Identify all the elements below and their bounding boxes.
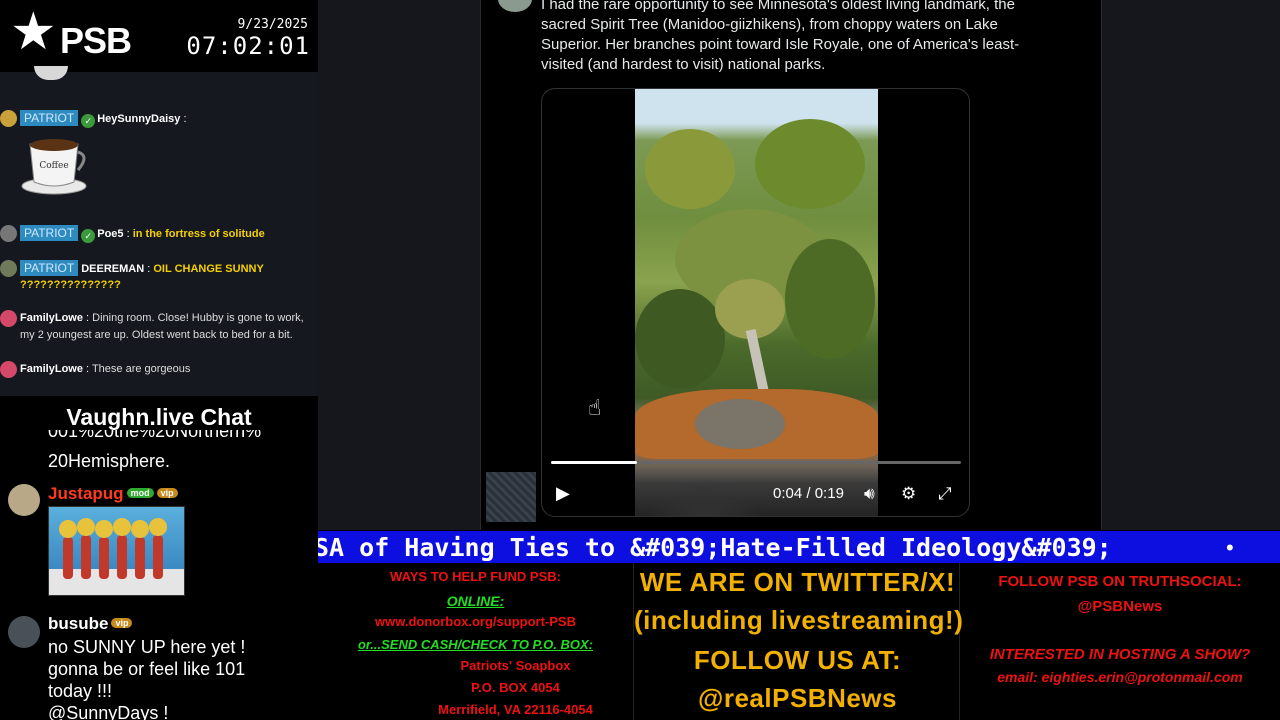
- play-icon[interactable]: ▶: [556, 483, 570, 504]
- chat-username: Poe5: [97, 228, 124, 240]
- check-icon: ✓: [81, 114, 96, 128]
- video-progress-fill: [551, 461, 638, 464]
- ticker-bullet: •: [1226, 535, 1234, 560]
- vip-badge: vip: [156, 488, 178, 498]
- twitter-handle: @realPSBNews: [698, 683, 897, 713]
- fund-panel: WAYS TO HELP FUND PSB: ONLINE: www.donor…: [318, 563, 633, 720]
- chat-separator: :: [86, 363, 90, 375]
- avatar: [0, 225, 17, 242]
- hand-cursor-icon: ☝: [588, 396, 602, 421]
- avatar: [0, 110, 17, 127]
- chat-text: in the fortress of solitude: [132, 228, 265, 240]
- chat-username: busube: [48, 614, 109, 633]
- post-text: I had the rare opportunity to see Minnes…: [541, 0, 1015, 13]
- chat-message: FamilyLowe : Dining room. Close! Hubby i…: [0, 310, 318, 346]
- restream-chat-panel: ★ PSB 9/23/2025 07:02:01 PATRIOT ✓ HeySunn…: [0, 0, 318, 396]
- twitter-line: (including livestreaming!): [634, 605, 964, 635]
- chat-text: OIL CHANGE SUNNY: [153, 263, 264, 275]
- video-frame[interactable]: [635, 89, 878, 516]
- video-progress-bar[interactable]: [551, 461, 961, 464]
- ticker-text: SA of Having Ties to &#039;Hate-Filled I…: [318, 533, 1112, 562]
- chat-message: Justapug mod vip: [48, 484, 178, 504]
- chat-text: my 2 youngest are up. Oldest went back t…: [20, 329, 293, 341]
- twitter-line: FOLLOW US AT:: [693, 645, 902, 675]
- chat-username: FamilyLowe: [20, 312, 83, 324]
- logo-text: PSB: [60, 20, 132, 61]
- chat-text: no SUNNY UP here yet !: [48, 637, 246, 657]
- volume-icon[interactable]: 🔊︎: [864, 484, 875, 504]
- star-logo-icon: ★: [10, 2, 57, 62]
- chat-text: These are gorgeous: [91, 363, 191, 375]
- chat-username: Justapug: [48, 484, 124, 503]
- patriot-badge: PATRIOT: [20, 110, 79, 126]
- chat-image: [48, 506, 185, 596]
- chat-text: @SunnyDays !: [48, 703, 169, 720]
- chat-text: today !!!: [48, 681, 113, 701]
- avatar: [8, 484, 40, 516]
- header-clock: 07:02:01: [186, 32, 310, 60]
- media-thumbnail[interactable]: [486, 472, 536, 522]
- coffee-cup-emote: Coffee: [21, 139, 87, 195]
- avatar: [0, 260, 17, 277]
- twitter-panel: WE ARE ON TWITTER/X! (including livestre…: [633, 563, 964, 720]
- fund-address-line: P.O. BOX 4054: [471, 680, 560, 695]
- chat-separator: :: [183, 113, 187, 125]
- avatar: [0, 361, 17, 378]
- gear-icon[interactable]: ⚙: [901, 484, 916, 504]
- chat-text: gonna be or feel like 101: [48, 659, 246, 679]
- header-date: 9/23/2025: [237, 17, 308, 32]
- patriot-badge: PATRIOT: [20, 225, 79, 241]
- news-ticker: SA of Having Ties to &#039;Hate-Filled I…: [318, 531, 1280, 563]
- truthsocial-panel: FOLLOW PSB ON TRUTHSOCIAL: @PSBNews INTE…: [960, 563, 1280, 720]
- svg-text:Coffee: Coffee: [39, 161, 68, 171]
- fund-online-url: www.donorbox.org/support-PSB: [374, 614, 576, 629]
- avatar: [0, 310, 17, 327]
- fund-mail-label: or...SEND CASH/CHECK TO P.O. BOX:: [357, 637, 593, 652]
- fund-address-line: Patriots' Soapbox: [460, 658, 571, 673]
- chat-text: 001%20the%20Northern%: [48, 430, 262, 441]
- fund-address-line: Merrifield, VA 22116-4054: [438, 702, 593, 717]
- chat-separator: :: [86, 312, 90, 324]
- chat-message: busube vip: [48, 614, 133, 634]
- avatar: [34, 66, 68, 80]
- chat-username: FamilyLowe: [20, 363, 83, 375]
- video-time-readout: 0:04 / 0:19: [773, 485, 844, 502]
- post-text: sacred Spirit Tree (Manidoo-giizhikens),…: [541, 16, 998, 33]
- post-text: visited (and hardest to visit) national …: [541, 56, 826, 73]
- chat-separator: :: [126, 228, 130, 240]
- chat-text: ???????????????: [20, 279, 121, 291]
- post-text: Superior. Her branches point toward Isle…: [541, 36, 1020, 53]
- video-player[interactable]: ▶ 0:04 / 0:19 🔊︎ ⚙ ⤢: [541, 88, 970, 517]
- mod-badge: mod: [126, 488, 154, 498]
- fullscreen-icon[interactable]: ⤢: [938, 484, 952, 504]
- fund-heading: WAYS TO HELP FUND PSB:: [390, 569, 561, 584]
- vaughn-chat-title: Vaughn.live Chat: [66, 404, 252, 430]
- vaughn-chat-panel: Vaughn.live Chat 001%20the%20Northern% 2…: [0, 396, 318, 720]
- check-icon: ✓: [81, 229, 96, 243]
- chat-message: PATRIOT DEEREMAN : OIL CHANGE SUNNY ?????…: [0, 260, 318, 296]
- vip-badge: vip: [111, 618, 133, 628]
- chat-text: Dining room. Close! Hubby is gone to wor…: [92, 312, 304, 324]
- twitter-line: WE ARE ON TWITTER/X!: [639, 567, 956, 597]
- patriot-badge: PATRIOT: [20, 260, 79, 276]
- truthsocial-heading: FOLLOW PSB ON TRUTHSOCIAL:: [998, 573, 1242, 590]
- chat-text: 20Hemisphere.: [48, 451, 171, 471]
- chat-separator: :: [147, 263, 151, 275]
- chat-username: HeySunnyDaisy: [97, 113, 181, 125]
- psb-logo: ★ PSB: [10, 6, 135, 66]
- fund-online-label: ONLINE:: [446, 593, 505, 609]
- avatar: [8, 616, 40, 648]
- hosting-heading: INTERESTED IN HOSTING A SHOW?: [989, 646, 1251, 663]
- hosting-email: email: eighties.erin@protonmail.com: [997, 669, 1243, 685]
- truthsocial-handle: @PSBNews: [1077, 598, 1163, 615]
- chat-username: DEEREMAN: [81, 263, 145, 275]
- psb-header: ★ PSB 9/23/2025 07:02:01: [0, 0, 318, 80]
